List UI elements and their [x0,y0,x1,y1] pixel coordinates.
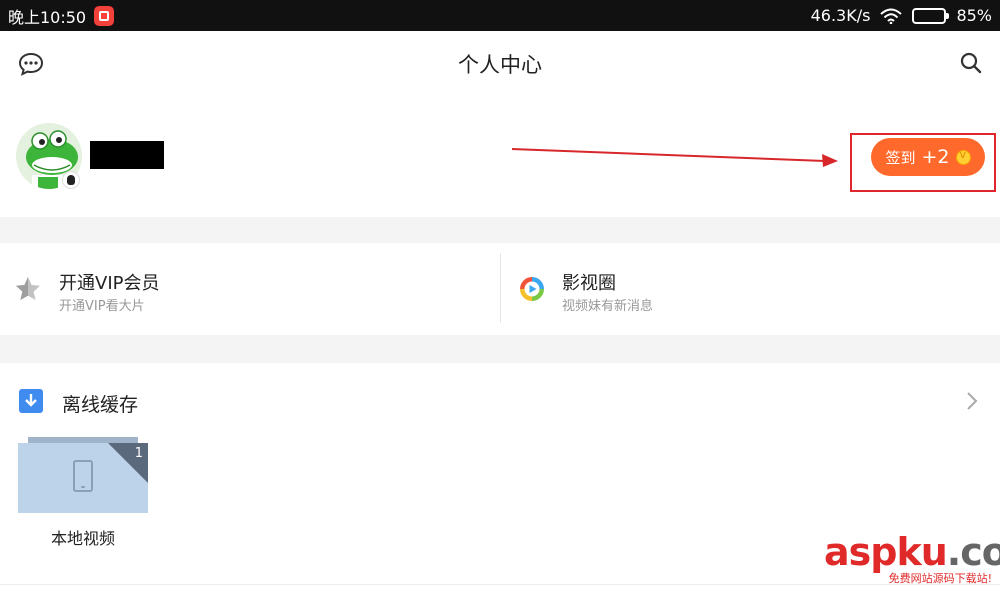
battery-icon [912,7,950,24]
circle-card-title: 影视圈 [562,273,616,294]
profile-section: 签到 +2 [0,97,1000,217]
watermark-part-asp: asp [824,530,897,574]
feature-cards: 开通VIP会员 开通VIP看大片 影视圈 视频妹有新消息 [0,243,1000,335]
phone-icon [73,460,93,492]
network-speed: 46.3K/s [810,6,871,25]
checkin-button[interactable]: 签到 +2 [871,138,985,176]
coin-icon [955,148,971,165]
checkin-label: 签到 [885,148,916,167]
status-left: 晚上10:50 [8,4,115,28]
offline-cache-title[interactable]: 离线缓存 [62,390,138,417]
aspku-watermark-logo: aspku.com 免费网站源码下载站! [824,530,1000,586]
section-divider [0,335,1000,363]
download-icon [19,389,43,413]
checkin-reward: +2 [921,146,950,168]
qq-badge-icon [62,171,80,189]
app-notification-icon [94,5,115,26]
chevron-right-icon[interactable] [966,391,978,411]
section-divider [0,217,1000,243]
vip-card-title: 开通VIP会员 [59,273,160,294]
local-video-label: 本地视频 [50,529,115,548]
header: 个人中心 [0,31,1000,97]
star-icon [16,277,40,300]
status-right: 46.3K/s 85% [811,6,992,25]
search-icon[interactable] [960,52,982,74]
annotation-arrow-icon [511,148,838,167]
battery-percent: 85% [956,6,992,25]
watermark-part-com: .com [946,530,1000,574]
play-circle-icon [520,277,544,301]
chat-icon[interactable] [18,52,44,76]
watermark-part-ku: ku [896,530,947,574]
status-time: 晚上10:50 [8,7,87,27]
vip-card[interactable]: 开通VIP会员 开通VIP看大片 [0,243,500,335]
circle-card[interactable]: 影视圈 视频妹有新消息 [500,243,1000,335]
watermark-text: aspku.com [824,530,1000,574]
status-bar: 晚上10:50 46.3K/s 85% [0,0,1000,31]
wifi-icon [880,8,903,24]
local-video-folder[interactable]: 1 [18,443,148,513]
username-redacted [90,141,164,169]
page-title: 个人中心 [458,53,542,77]
folder-count-badge: 1 [134,446,143,461]
circle-card-subtitle: 视频妹有新消息 [562,299,654,314]
vip-card-subtitle: 开通VIP看大片 [59,299,145,314]
watermark-subtitle: 免费网站源码下载站! [888,572,992,585]
